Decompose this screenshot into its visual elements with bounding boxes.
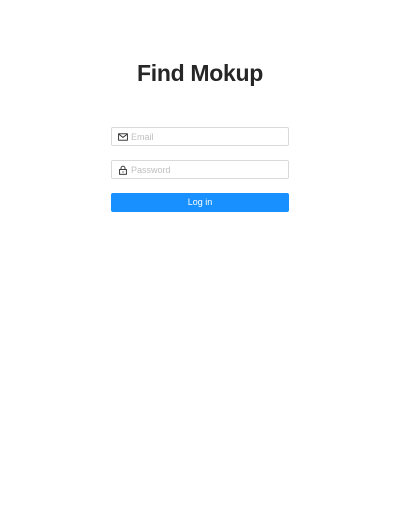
login-form: Log in (111, 127, 289, 212)
email-field[interactable] (111, 127, 289, 146)
login-button[interactable]: Log in (111, 193, 289, 212)
password-field[interactable] (111, 160, 289, 179)
page-title: Find Mokup (136, 60, 264, 86)
lock-icon (118, 165, 128, 175)
mail-icon (118, 132, 128, 142)
email-input[interactable] (131, 129, 281, 144)
password-input[interactable] (131, 162, 281, 177)
